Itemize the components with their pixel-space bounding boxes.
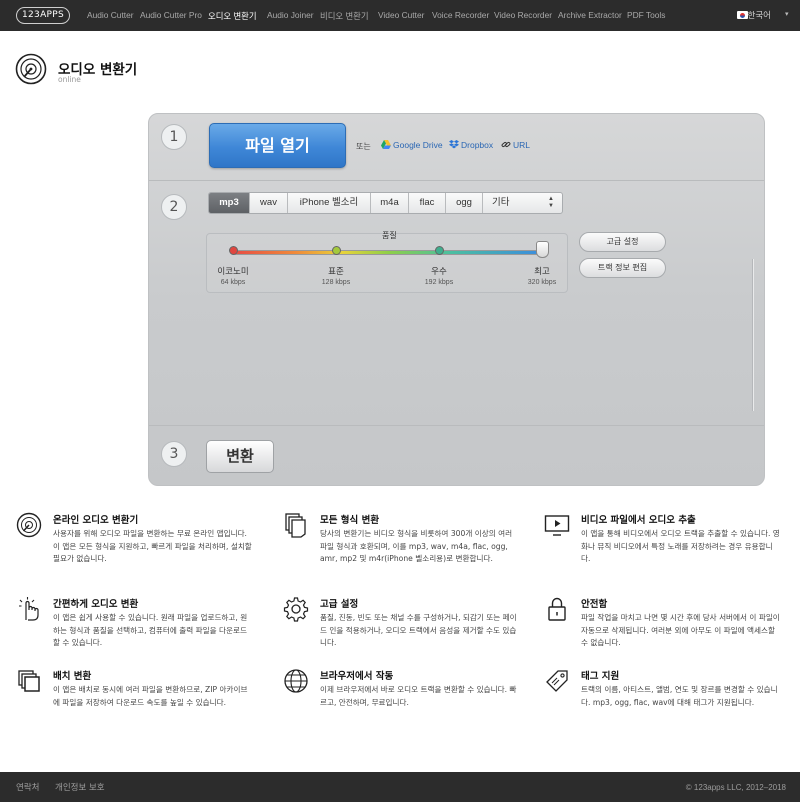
step-divider — [149, 425, 764, 426]
copyright-text: © 123apps LLC, 2012–2018 — [685, 783, 786, 792]
google-drive-icon — [381, 140, 391, 149]
quality-stop-good[interactable] — [435, 246, 444, 255]
quality-stop-economy[interactable] — [229, 246, 238, 255]
nav-link-video-recorder[interactable]: Video Recorder — [494, 10, 552, 20]
open-file-button[interactable]: 파일 열기 — [209, 123, 346, 168]
feature-title: 간편하게 오디오 변환 — [53, 599, 139, 610]
feature-title: 안전함 — [581, 599, 608, 610]
quality-name-best: 최고 — [534, 267, 550, 277]
format-tab-flac[interactable]: flac — [409, 193, 446, 213]
feature-description: 트랙의 이름, 아티스트, 앨범, 연도 및 장르를 변경할 수 있습니다. m… — [581, 685, 778, 707]
logo[interactable]: 123APPS — [16, 7, 70, 24]
vinyl-disc-icon — [16, 512, 42, 538]
dropbox-label: Dropbox — [461, 140, 494, 150]
padlock-icon — [548, 597, 566, 621]
quality-label: 품질 — [382, 231, 397, 240]
up-down-arrows-icon: ▲ ▼ — [548, 196, 554, 209]
converter-panel: 1 파일 열기 또는 Google Drive Dropbox URL 2 mp… — [148, 113, 765, 486]
feature-title: 고급 설정 — [320, 599, 359, 610]
nav-link-video-cutter[interactable]: Video Cutter — [378, 10, 424, 20]
quality-rate-standard: 128 kbps — [321, 279, 351, 286]
quality-slider-box: 품질 이코노미 64 kbps 표준 128 kbps 우수 192 kbps … — [206, 231, 568, 293]
google-drive-label: Google Drive — [393, 140, 443, 150]
step-1-badge: 1 — [161, 124, 187, 150]
documents-icon — [285, 513, 306, 538]
format-other-label: 기타 — [492, 197, 510, 208]
feature-description: 품질, 진동, 빈도 또는 채널 수를 구성하거나, 되감기 또는 페이드 인을… — [320, 613, 517, 648]
format-selector: mp3 wav iPhone 벨소리 m4a flac ogg 기타 ▲ ▼ — [208, 192, 563, 214]
chain-link-icon — [501, 141, 511, 148]
step-divider — [149, 180, 764, 181]
nav-link-voice-recorder[interactable]: Voice Recorder — [432, 10, 489, 20]
quality-stop-standard[interactable] — [332, 246, 341, 255]
feature-description: 당사의 변환기는 비디오 형식을 비롯하여 300개 이상의 여러 파일 형식과… — [320, 529, 513, 564]
nav-link-archive-extractor[interactable]: Archive Extractor — [558, 10, 622, 20]
feature-description: 사용자를 위해 오디오 파일을 변환하는 무료 온라인 앱입니다. 이 앱은 모… — [53, 529, 252, 564]
quality-slider-track[interactable] — [233, 250, 544, 255]
nav-link-audio-joiner[interactable]: Audio Joiner — [267, 10, 314, 20]
feature-description: 이제 브라우저에서 바로 오디오 트랙을 변환할 수 있습니다. 빠르고, 안전… — [320, 685, 517, 707]
nav-link-audio-cutter-pro[interactable]: Audio Cutter Pro — [140, 10, 202, 20]
advanced-settings-button[interactable]: 고급 설정 — [579, 232, 666, 252]
korea-flag-icon[interactable] — [737, 11, 748, 19]
edit-track-info-button[interactable]: 트랙 정보 편집 — [579, 258, 666, 278]
feature-title: 비디오 파일에서 오디오 추출 — [581, 515, 696, 526]
feature-title: 태그 지원 — [581, 671, 620, 682]
chevron-down-icon[interactable]: ▾ — [785, 10, 789, 18]
step-2-badge: 2 — [161, 194, 187, 220]
gear-icon — [283, 597, 309, 622]
footer-link-contact[interactable]: 연락처 — [16, 781, 39, 793]
feature-description: 이 앱을 통해 비디오에서 오디오 트랙을 추출할 수 있습니다. 영화나 뮤직… — [581, 529, 780, 564]
quality-rate-best: 320 kbps — [527, 279, 557, 286]
dropbox-icon — [449, 140, 459, 149]
globe-icon — [284, 669, 308, 693]
format-other-dropdown[interactable]: 기타 ▲ ▼ — [483, 193, 562, 213]
feature-description: 이 앱은 쉽게 사용할 수 있습니다. 원래 파일을 업로드하고, 원하는 형식… — [53, 613, 248, 648]
google-drive-link[interactable]: Google Drive — [381, 140, 443, 150]
footer: 연락처 개인정보 보호 © 123apps LLC, 2012–2018 — [0, 772, 800, 802]
nav-link-video-converter[interactable]: 비디오 변환기 — [320, 10, 369, 22]
page-subtitle: online — [58, 75, 81, 84]
format-tab-m4a[interactable]: m4a — [371, 193, 409, 213]
feature-title: 배치 변환 — [53, 671, 92, 682]
tag-icon — [546, 670, 568, 692]
quality-rate-economy: 64 kbps — [220, 279, 246, 286]
convert-button[interactable]: 변환 — [206, 440, 274, 473]
or-label: 또는 — [356, 142, 371, 151]
footer-link-privacy[interactable]: 개인정보 보호 — [55, 781, 105, 793]
nav-link-audio-converter[interactable]: 오디오 변환기 — [208, 10, 257, 33]
dropbox-link[interactable]: Dropbox — [449, 140, 493, 150]
quality-name-good: 우수 — [431, 267, 447, 277]
format-tab-ogg[interactable]: ogg — [446, 193, 483, 213]
panel-scrollbar[interactable] — [752, 259, 754, 411]
feature-description: 이 앱은 배치로 동시에 여러 파일을 변환하므로, ZIP 아카이브에 파일을… — [53, 685, 248, 707]
video-screen-icon — [544, 515, 570, 536]
quality-name-economy: 이코노미 — [217, 267, 249, 277]
top-navigation-bar: 123APPS Audio Cutter Audio Cutter Pro 오디… — [0, 0, 800, 33]
vinyl-disc-icon — [15, 53, 47, 85]
nav-link-pdf-tools[interactable]: PDF Tools — [627, 10, 665, 20]
quality-slider-thumb[interactable] — [536, 241, 549, 258]
nav-link-audio-cutter[interactable]: Audio Cutter — [87, 10, 134, 20]
stacked-files-icon — [18, 670, 40, 692]
feature-title: 모든 형식 변환 — [320, 515, 380, 526]
quality-rate-good: 192 kbps — [424, 279, 454, 286]
feature-title: 온라인 오디오 변환기 — [53, 515, 139, 526]
format-tab-wav[interactable]: wav — [250, 193, 288, 213]
format-tab-iphone-ringtone[interactable]: iPhone 벨소리 — [288, 193, 371, 213]
quality-name-standard: 표준 — [328, 267, 344, 277]
format-tab-mp3[interactable]: mp3 — [209, 193, 250, 213]
url-label: URL — [513, 140, 531, 150]
feature-title: 브라우저에서 작동 — [320, 671, 394, 682]
feature-description: 파일 작업을 마치고 나면 몇 시간 후에 당사 서버에서 이 파일이 자동으로… — [581, 613, 780, 648]
tap-hand-icon — [19, 597, 39, 621]
url-link[interactable]: URL — [501, 140, 530, 150]
language-selector[interactable]: 한국어 — [748, 9, 771, 21]
step-3-badge: 3 — [161, 441, 187, 467]
